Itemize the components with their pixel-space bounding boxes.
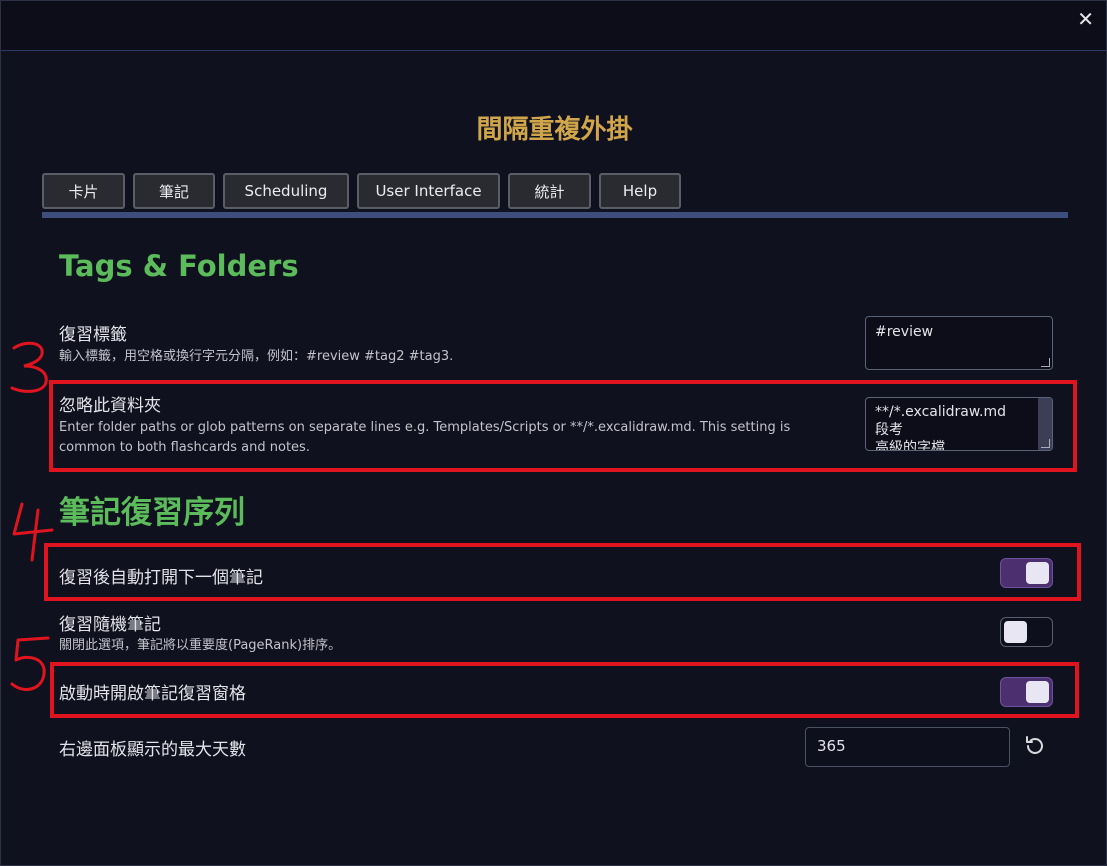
annotation-label-5: 5	[8, 632, 9, 633]
tab-statistics[interactable]: 統計	[508, 173, 591, 209]
annotation-box-ignore-folders	[49, 380, 1077, 472]
annotation-number-5: 5	[8, 632, 50, 691]
reset-icon[interactable]	[1023, 734, 1047, 758]
annotation-box-auto-next-note	[44, 543, 1081, 601]
setting-desc-review-tags: 輸入標籤，用空格或換行字元分隔，例如：#review #tag2 #tag3.	[59, 349, 454, 364]
annotation-number-4: 4	[8, 500, 54, 562]
setting-name-review-tags: 復習標籤	[59, 325, 127, 345]
review-tags-textarea[interactable]: #review	[865, 316, 1053, 370]
toggle-knob	[1004, 621, 1027, 643]
tab-underline	[42, 212, 1068, 218]
annotation-label-3: 3	[8, 338, 9, 339]
tab-cards[interactable]: 卡片	[42, 173, 125, 209]
modal-header: ✕	[1, 1, 1106, 51]
annotation-number-3: 3	[8, 338, 48, 393]
review-tags-value: #review	[875, 324, 934, 340]
plugin-title: 間隔重複外掛	[476, 115, 633, 145]
section-heading-note-review: 筆記復習序列	[59, 495, 245, 531]
close-icon[interactable]: ✕	[1077, 7, 1094, 31]
tab-notes[interactable]: 筆記	[133, 173, 215, 209]
random-note-toggle[interactable]	[1000, 617, 1053, 647]
tab-help[interactable]: Help	[599, 173, 681, 209]
tab-bar: 卡片 筆記 Scheduling User Interface 統計 Help	[42, 173, 681, 209]
setting-desc-random-note: 關閉此選項，筆記將以重要度(PageRank)排序。	[59, 638, 342, 653]
max-days-input[interactable]: 365	[805, 727, 1010, 767]
resize-handle-icon[interactable]	[1041, 358, 1050, 367]
tab-user-interface[interactable]: User Interface	[357, 173, 500, 209]
annotation-label-4: 4	[8, 500, 9, 501]
annotation-box-open-pane	[50, 662, 1079, 718]
section-heading-tags-folders: Tags & Folders	[59, 249, 299, 283]
setting-name-max-days: 右邊面板顯示的最大天數	[59, 740, 246, 760]
setting-name-random-note: 復習隨機筆記	[59, 615, 161, 635]
tab-scheduling[interactable]: Scheduling	[223, 173, 349, 209]
